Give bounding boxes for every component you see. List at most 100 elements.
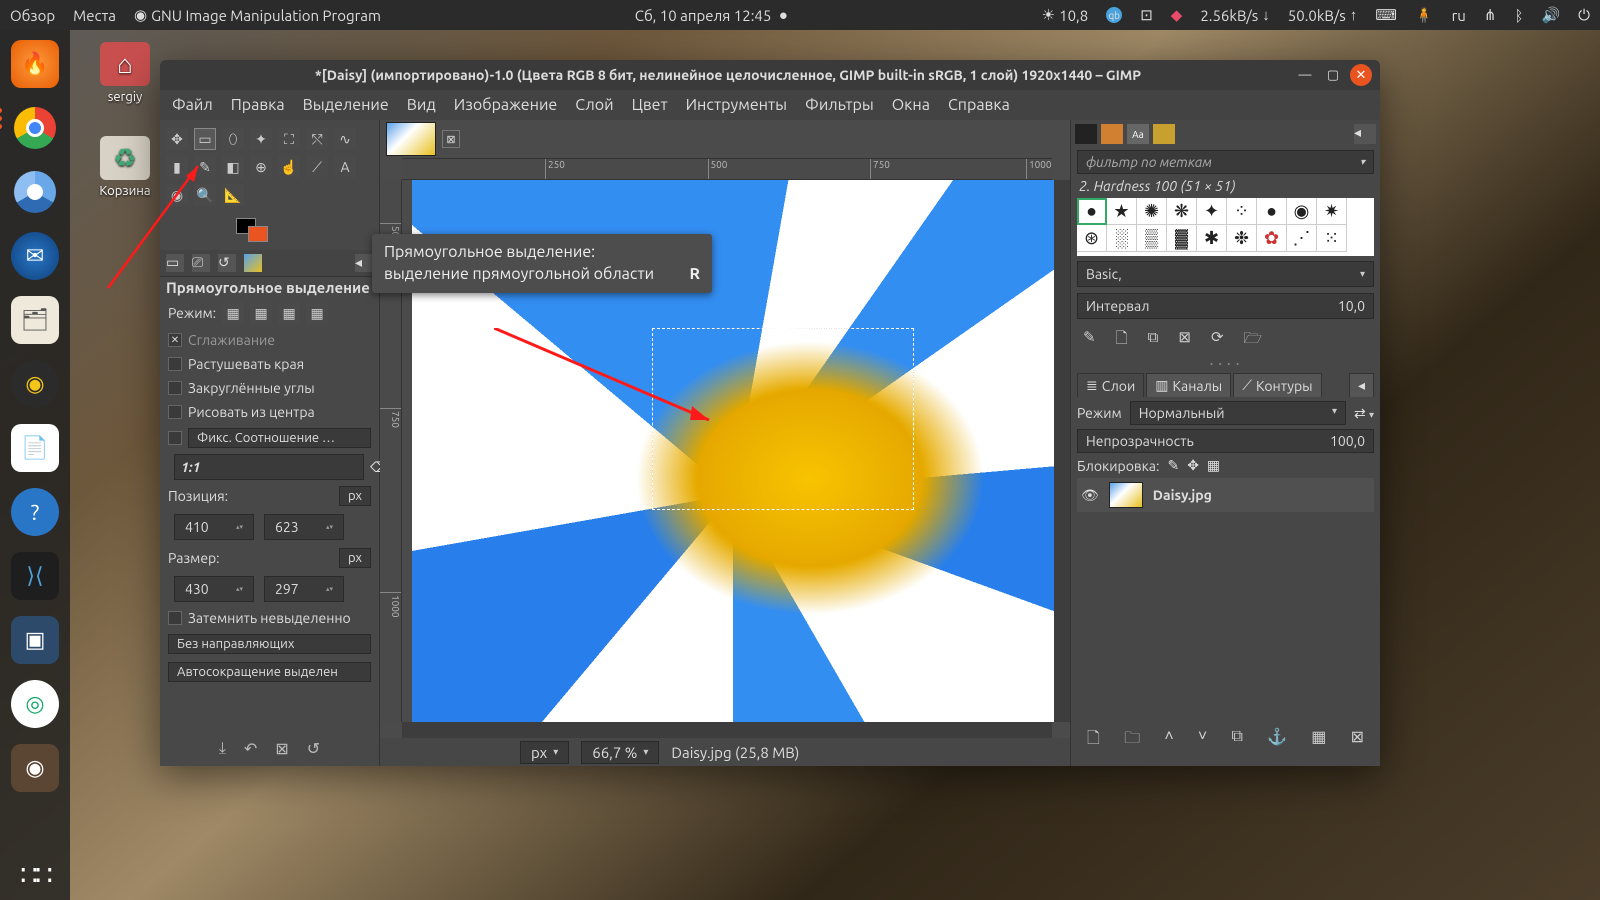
size-w-input[interactable]: 430▴▾ (174, 576, 254, 602)
tool-text[interactable]: A (334, 156, 356, 178)
tool-fuzzy-select[interactable]: ✦ (250, 128, 272, 150)
tool-path[interactable]: ⟋ (306, 156, 328, 178)
size-h-input[interactable]: 297▴▾ (264, 576, 344, 602)
pos-x-input[interactable]: 410▴▾ (174, 514, 254, 540)
fixed-checkbox[interactable] (168, 431, 182, 445)
layer-item-daisy[interactable]: 👁 Daisy.jpg (1077, 478, 1374, 512)
mode-replace[interactable]: ▦ (222, 302, 244, 324)
dock-tab-undo[interactable]: ↺ (218, 254, 236, 272)
network-icon[interactable]: ⋔ (1484, 6, 1497, 24)
tab-history[interactable] (1153, 124, 1175, 144)
dock-chrome[interactable] (11, 104, 59, 152)
bluetooth-icon[interactable]: ᛒ (1514, 7, 1523, 24)
brush-refresh-icon[interactable]: ⟳ (1211, 328, 1224, 353)
tool-warp[interactable]: ∿ (334, 128, 356, 150)
tool-clone[interactable]: ⊕ (250, 156, 272, 178)
window-titlebar[interactable]: *[Daisy] (импортировано)-1.0 (Цвета RGB … (160, 60, 1380, 90)
overview-button[interactable]: Обзор (10, 7, 55, 24)
power-icon[interactable]: ⏻ (1578, 6, 1590, 24)
dock-help[interactable]: ? (11, 488, 59, 536)
tool-transform[interactable]: ⤲ (306, 128, 328, 150)
menu-color[interactable]: Цвет (632, 96, 668, 114)
window-minimize-button[interactable]: — (1294, 64, 1316, 86)
menu-help[interactable]: Справка (948, 96, 1010, 114)
brush-new-icon[interactable]: 🗋 (1116, 328, 1128, 353)
fg-bg-colors[interactable] (236, 218, 272, 246)
brush-del-icon[interactable]: ⊠ (1178, 328, 1191, 353)
dock-vscode[interactable]: ⟩⟨ (11, 552, 59, 600)
dock-chromium[interactable] (11, 168, 59, 216)
opt-from-center[interactable]: Рисовать из центра (160, 400, 379, 424)
qbittorrent-tray-icon[interactable]: qb (1106, 7, 1122, 23)
tray-icon-cube[interactable]: ◆ (1171, 6, 1183, 24)
autoshrink-button[interactable]: Автосокращение выделен (168, 662, 371, 682)
volume-icon[interactable]: 🔊 (1541, 6, 1560, 24)
layer-delete-icon[interactable]: ⊠ (1351, 727, 1364, 754)
menu-select[interactable]: Выделение (303, 96, 389, 114)
status-zoom-combo[interactable]: 66,7 %▾ (581, 741, 659, 764)
menu-filters[interactable]: Фильтры (805, 96, 874, 114)
image-tab-daisy[interactable] (386, 122, 436, 156)
accessibility-icon[interactable]: 🧍 (1415, 6, 1434, 24)
layer-dup-icon[interactable]: ⧉ (1231, 727, 1242, 754)
layers-tab-menu[interactable]: ◂ (1349, 373, 1374, 397)
position-unit[interactable]: px (339, 486, 371, 506)
dock-virtualbox[interactable]: ▣ (11, 616, 59, 664)
ruler-horizontal[interactable]: 250 500 750 1000 (402, 158, 1052, 180)
tool-measure[interactable]: 📐 (222, 184, 244, 206)
window-maximize-button[interactable]: ▢ (1322, 64, 1344, 86)
dock-tab-images[interactable] (244, 254, 262, 272)
menu-tools[interactable]: Инструменты (686, 96, 787, 114)
layer-mask-icon[interactable]: ▦ (1311, 727, 1326, 754)
status-unit-combo[interactable]: px▾ (520, 741, 569, 764)
menu-view[interactable]: Вид (407, 96, 436, 114)
tool-smudge[interactable]: ☝ (278, 156, 300, 178)
tool-rect-select[interactable]: ▭ (194, 128, 216, 150)
opt-rounded[interactable]: Закруглённые углы (160, 376, 379, 400)
layer-anchor-icon[interactable]: ⚓ (1267, 727, 1287, 754)
menu-image[interactable]: Изображение (454, 96, 558, 114)
mode-subtract[interactable]: ▦ (278, 302, 300, 324)
background-color[interactable] (248, 226, 268, 242)
dock-rhythmbox[interactable]: ◉ (11, 360, 59, 408)
window-close-button[interactable]: ✕ (1350, 64, 1372, 86)
lock-position-icon[interactable]: ✥ (1187, 457, 1199, 474)
rounded-checkbox[interactable] (168, 381, 182, 395)
weather-indicator[interactable]: ☀ 10,8 (1042, 6, 1089, 24)
layer-group-icon[interactable]: 🗀 (1124, 727, 1140, 754)
mode-add[interactable]: ▦ (250, 302, 272, 324)
lock-alpha-icon[interactable]: ▦ (1207, 457, 1220, 474)
brush-edit-icon[interactable]: ✎ (1083, 328, 1096, 353)
brush-grid[interactable]: ●★✺❋✦⁘●◉✷ ⊛░▒▓✱❉✿⋰⁙ (1077, 198, 1374, 256)
dock-tab-menu[interactable]: ◂ (355, 254, 373, 272)
dock-app-green[interactable]: ◎ (11, 680, 59, 728)
scrollbar-vertical[interactable] (1054, 180, 1070, 722)
menu-layer[interactable]: Слой (575, 96, 613, 114)
undo-icon[interactable]: ↶ (244, 739, 257, 758)
dock-writer[interactable]: 📄 (11, 424, 59, 472)
ratio-input[interactable] (174, 454, 364, 480)
pos-y-input[interactable]: 623▴▾ (264, 514, 344, 540)
antialias-checkbox[interactable] (168, 333, 182, 347)
opt-antialias[interactable]: Сглаживание (160, 328, 379, 352)
tool-free-select[interactable]: ⬯ (222, 128, 244, 150)
lock-pixels-icon[interactable]: ✎ (1167, 457, 1179, 474)
lang-indicator[interactable]: ru (1452, 7, 1466, 24)
brush-preset-combo[interactable]: Basic,▾ (1077, 261, 1374, 287)
active-app-indicator[interactable]: ◉ GNU Image Manipulation Program (134, 6, 381, 24)
tray-icon-1[interactable]: ⊡ (1140, 6, 1153, 24)
menu-file[interactable]: Файл (172, 96, 213, 114)
from-center-checkbox[interactable] (168, 405, 182, 419)
keyboard-icon[interactable]: ⌨ (1375, 6, 1397, 24)
dock-files[interactable]: 🗂 (11, 296, 59, 344)
tool-move[interactable]: ✥ (166, 128, 188, 150)
brush-dup-icon[interactable]: ⧉ (1148, 328, 1159, 353)
darken-checkbox[interactable] (168, 611, 182, 625)
layer-opacity[interactable]: Непрозрачность100,0 (1077, 429, 1374, 453)
menu-edit[interactable]: Правка (231, 96, 285, 114)
tab-patterns[interactable] (1101, 124, 1123, 144)
tab-paths[interactable]: ⟋ Контуры (1233, 373, 1321, 397)
layer-new-icon[interactable]: 🗋 (1087, 727, 1100, 754)
dock-firefox[interactable]: 🔥 (11, 40, 59, 88)
tab-brushes[interactable] (1075, 124, 1097, 144)
